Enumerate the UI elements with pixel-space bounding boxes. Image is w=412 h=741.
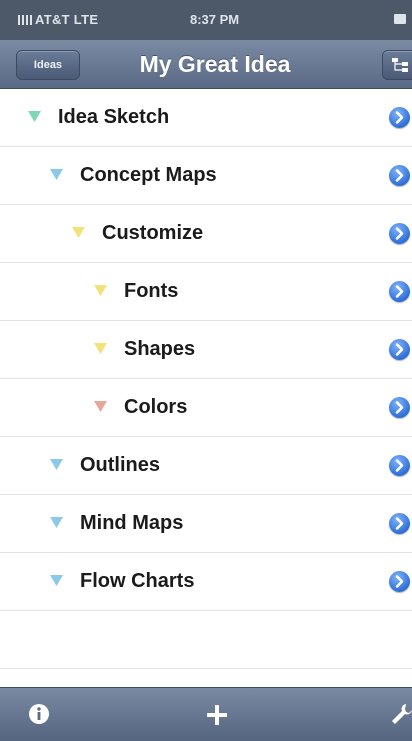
detail-disclosure-icon[interactable] bbox=[389, 339, 410, 360]
detail-disclosure-icon[interactable] bbox=[389, 455, 410, 476]
collapse-triangle-icon[interactable] bbox=[94, 401, 107, 412]
outline-row[interactable]: Fonts bbox=[0, 263, 412, 321]
info-icon[interactable] bbox=[28, 703, 50, 725]
collapse-triangle-icon[interactable] bbox=[94, 285, 107, 296]
plus-icon[interactable] bbox=[205, 703, 229, 727]
detail-disclosure-icon[interactable] bbox=[389, 513, 410, 534]
outline-list: Idea Sketch Concept Maps Customize Fonts Sha… bbox=[0, 89, 412, 727]
battery-icon bbox=[394, 14, 406, 24]
status-bar: AT&T LTE 8:37 PM bbox=[0, 0, 412, 40]
collapse-triangle-icon[interactable] bbox=[72, 227, 85, 238]
collapse-triangle-icon[interactable] bbox=[50, 517, 63, 528]
outline-item-label: Mind Maps bbox=[80, 512, 184, 534]
collapse-triangle-icon[interactable] bbox=[50, 169, 63, 180]
collapse-triangle-icon[interactable] bbox=[50, 459, 63, 470]
outline-row[interactable]: Mind Maps bbox=[0, 495, 412, 553]
signal-icon bbox=[18, 15, 32, 25]
detail-disclosure-icon[interactable] bbox=[389, 281, 410, 302]
bottom-toolbar bbox=[0, 687, 412, 741]
detail-disclosure-icon[interactable] bbox=[389, 397, 410, 418]
collapse-triangle-icon[interactable] bbox=[28, 111, 41, 122]
outline-row[interactable]: Idea Sketch bbox=[0, 89, 412, 147]
outline-row[interactable]: Concept Maps bbox=[0, 147, 412, 205]
outline-item-label: Customize bbox=[102, 222, 204, 244]
page-title: My Great Idea bbox=[139, 51, 291, 77]
wrench-icon[interactable] bbox=[390, 702, 412, 726]
clock: 8:37 PM bbox=[190, 12, 240, 27]
carrier-label: AT&T LTE bbox=[18, 12, 98, 27]
outline-item-label: Colors bbox=[124, 396, 188, 418]
detail-disclosure-icon[interactable] bbox=[389, 107, 410, 128]
outline-item-label: Flow Charts bbox=[80, 570, 195, 592]
outline-row[interactable]: Customize bbox=[0, 205, 412, 263]
outline-item-label: Idea Sketch bbox=[58, 106, 170, 128]
tree-icon bbox=[392, 58, 408, 72]
outline-item-label: Outlines bbox=[80, 454, 161, 476]
empty-row bbox=[0, 611, 412, 669]
collapse-triangle-icon[interactable] bbox=[94, 343, 107, 354]
navigation-bar: Ideas My Great Idea bbox=[0, 40, 412, 89]
detail-disclosure-icon[interactable] bbox=[389, 571, 410, 592]
detail-disclosure-icon[interactable] bbox=[389, 223, 410, 244]
collapse-triangle-icon[interactable] bbox=[50, 575, 63, 586]
outline-item-label: Fonts bbox=[124, 280, 179, 302]
outline-item-label: Concept Maps bbox=[80, 164, 217, 186]
outline-row[interactable]: Flow Charts bbox=[0, 553, 412, 611]
map-view-button[interactable] bbox=[382, 50, 412, 80]
outline-row[interactable]: Shapes bbox=[0, 321, 412, 379]
outline-row[interactable]: Colors bbox=[0, 379, 412, 437]
outline-item-label: Shapes bbox=[124, 338, 196, 360]
detail-disclosure-icon[interactable] bbox=[389, 165, 410, 186]
back-button-label: Ideas bbox=[33, 59, 63, 71]
outline-row[interactable]: Outlines bbox=[0, 437, 412, 495]
back-button[interactable]: Ideas bbox=[16, 50, 80, 80]
